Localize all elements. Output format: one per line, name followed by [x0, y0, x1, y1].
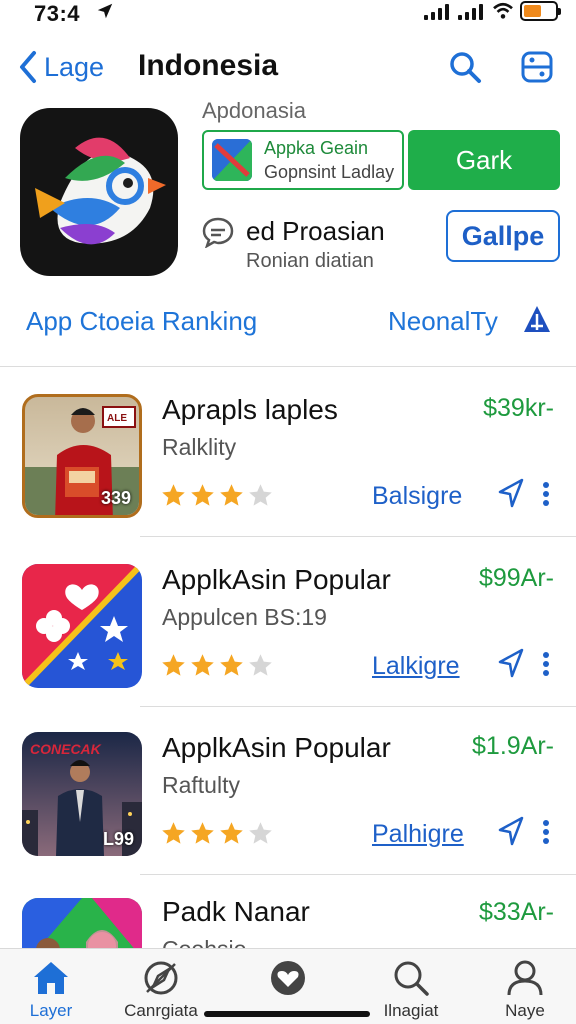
chat-bubble-icon — [202, 217, 234, 248]
star-filled-icon — [191, 654, 214, 676]
divider — [0, 366, 576, 367]
page-title: Indonesia — [138, 49, 279, 82]
home-indicator — [204, 1011, 370, 1017]
tab-label: Ilnagiat — [383, 1001, 439, 1020]
sail-icon[interactable] — [522, 304, 552, 336]
star-rating — [160, 820, 274, 847]
location-arrow-icon — [97, 3, 113, 19]
app-price: $39kr- — [483, 394, 554, 422]
app-name: Padk Nanar — [162, 896, 310, 927]
star-filled-icon — [162, 484, 185, 506]
featured-developer: ed Proasian — [246, 216, 385, 246]
promo-app-icon — [212, 139, 252, 181]
app-name: ApplkAsin Popular — [162, 732, 391, 763]
back-button[interactable]: Lage — [18, 50, 104, 84]
app-price: $33Ar- — [478, 898, 554, 926]
signal-icon — [424, 4, 449, 20]
icon-badge: 339 — [100, 488, 131, 508]
app-subtitle: Raftulty — [162, 772, 240, 798]
tab-search[interactable]: Ilnagiat — [356, 957, 466, 1023]
star-empty-icon — [249, 484, 272, 506]
star-empty-icon — [249, 822, 272, 844]
search-icon — [394, 961, 429, 996]
tab-layer[interactable]: Layer — [0, 957, 106, 1023]
app-action-link[interactable]: Palhigre — [372, 820, 464, 849]
icon-banner-text: CONECAK — [30, 741, 102, 757]
promo-title: Appka Geain — [264, 138, 369, 158]
gallery-button[interactable]: Gallpe — [446, 210, 560, 262]
featured-subtitle: Apdonasia — [202, 98, 306, 123]
stars-flag-icon — [22, 564, 142, 688]
bird-logo-icon — [35, 137, 166, 245]
star-filled-icon — [220, 654, 243, 676]
app-list-item[interactable]: ApplkAsin Popular Appulcen BS:19 $99Ar- … — [0, 540, 576, 708]
widget-icon[interactable] — [520, 50, 554, 84]
navigation-bar: Lage Indonesia — [0, 38, 576, 94]
star-filled-icon — [220, 484, 243, 506]
app-subtitle: Appulcen BS:19 — [162, 604, 327, 630]
chevron-left-icon — [20, 51, 36, 83]
home-icon — [34, 962, 68, 994]
tab-profile[interactable]: Naye — [470, 957, 576, 1023]
heart-badge-icon — [271, 961, 305, 995]
tab-label: Naye — [505, 1001, 545, 1020]
app-action-link[interactable]: Balsigre — [372, 482, 462, 511]
star-filled-icon — [220, 822, 243, 844]
battery-icon — [520, 1, 561, 21]
tab-label: Canrgiata — [124, 1001, 198, 1020]
featured-promo-card[interactable]: Appka Geain Gopnsint Ladlay — [202, 130, 404, 190]
back-label: Lage — [44, 51, 105, 82]
app-subtitle: Ralklity — [162, 434, 237, 460]
tab-categories[interactable]: Canrgiata — [106, 957, 216, 1023]
share-arrow-icon[interactable] — [496, 816, 524, 846]
more-icon[interactable] — [540, 480, 552, 508]
share-arrow-icon[interactable] — [496, 648, 524, 678]
promo-subtitle: Gopnsint Ladlay — [264, 162, 395, 182]
star-filled-icon — [162, 822, 185, 844]
app-icon: CONECAK L99 — [22, 732, 142, 856]
section-filter-link[interactable]: NeonalTy — [388, 306, 498, 337]
featured-app-icon[interactable] — [20, 108, 178, 276]
star-empty-icon — [249, 654, 272, 676]
app-price: $1.9Ar- — [472, 732, 554, 760]
star-filled-icon — [191, 484, 214, 506]
promo-logo-icon — [212, 139, 252, 181]
more-icon[interactable] — [540, 818, 552, 846]
people-photo-icon — [22, 898, 142, 948]
app-icon — [22, 564, 142, 688]
icon-badge: L99 — [102, 829, 134, 849]
divider — [140, 536, 576, 537]
person-icon — [507, 960, 543, 996]
section-title: App Ctoeia Ranking — [26, 306, 258, 336]
star-rating — [160, 652, 274, 679]
app-action-link[interactable]: Lalkigre — [372, 652, 460, 681]
star-filled-icon — [191, 822, 214, 844]
app-icon: ALE 339 — [22, 394, 142, 518]
tab-label: Layer — [29, 1001, 73, 1020]
star-filled-icon — [162, 654, 185, 676]
icon-banner-text: ALE — [107, 413, 127, 424]
app-price: $99Ar- — [478, 564, 554, 592]
wifi-icon — [493, 2, 513, 19]
status-bar: 73:4 — [0, 0, 576, 36]
search-icon[interactable] — [448, 50, 482, 84]
featured-category: Ronian diatian — [246, 250, 374, 272]
status-time: 73:4 — [34, 1, 81, 26]
app-name: ApplkAsin Popular — [162, 564, 391, 595]
app-list-item[interactable]: CONECAK L99 ApplkAsin Popular Raftulty $… — [0, 708, 576, 876]
compass-icon — [144, 961, 178, 995]
app-list-item[interactable]: Padk Nanar Coohsio $33Ar- — [0, 874, 576, 948]
app-list-item[interactable]: ALE 339 Aprapls laples Ralklity $39kr- B… — [0, 370, 576, 538]
share-arrow-icon[interactable] — [496, 478, 524, 508]
app-subtitle: Coohsio — [162, 936, 246, 948]
get-button[interactable]: Gark — [408, 130, 560, 190]
more-icon[interactable] — [540, 650, 552, 678]
app-icon — [22, 898, 142, 948]
divider — [140, 706, 576, 707]
app-name: Aprapls laples — [162, 394, 338, 425]
signal-icon — [458, 4, 483, 20]
star-rating — [160, 482, 274, 509]
